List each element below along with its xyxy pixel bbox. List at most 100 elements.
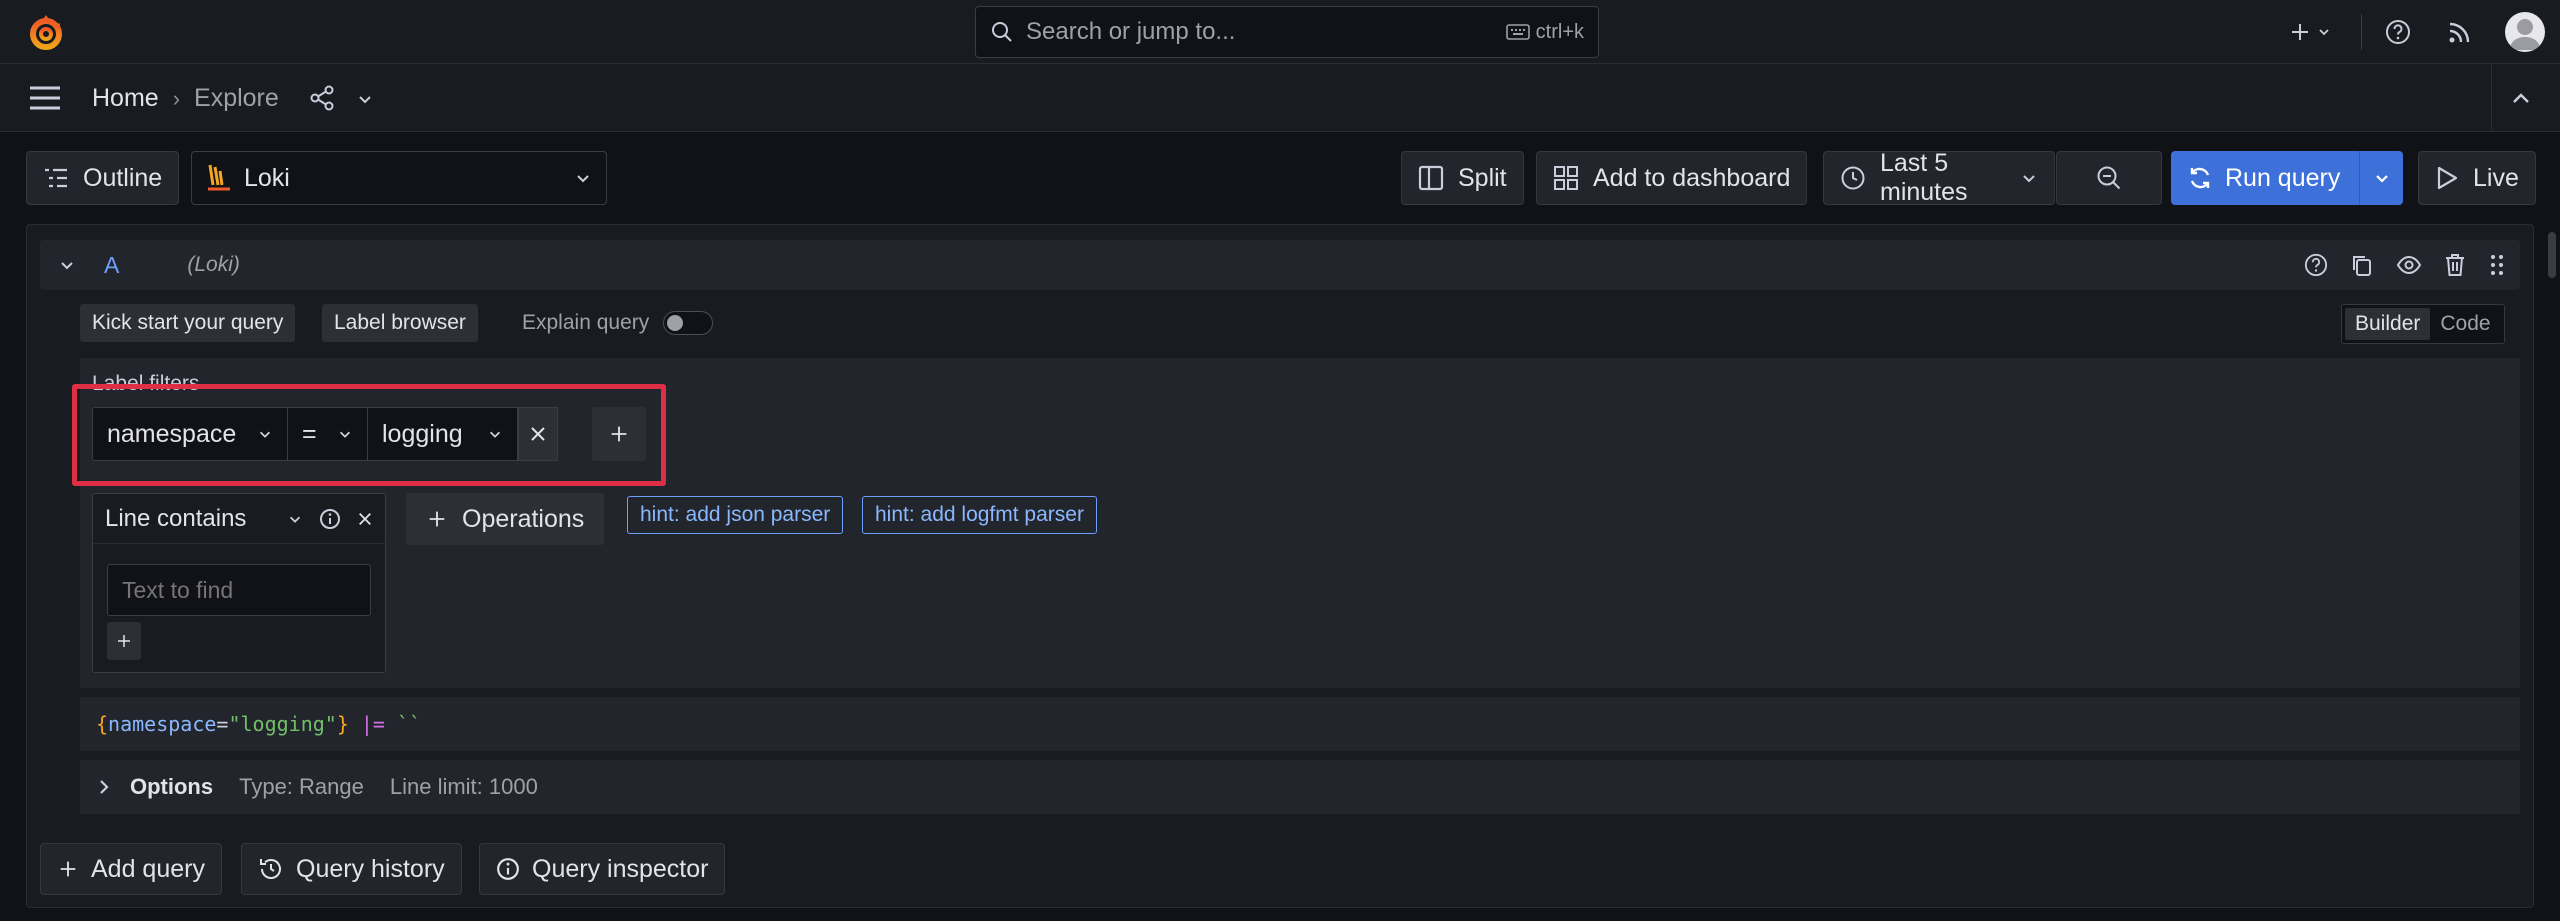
- outline-button[interactable]: Outline: [26, 151, 180, 205]
- share-button[interactable]: [308, 84, 336, 112]
- add-param-button[interactable]: [107, 622, 141, 660]
- operation-info-button[interactable]: [319, 508, 341, 530]
- datasource-name: Loki: [244, 163, 290, 192]
- duplicate-query-button[interactable]: [2350, 253, 2374, 277]
- datasource-picker[interactable]: Loki: [191, 151, 607, 205]
- scrollbar-thumb[interactable]: [2548, 232, 2556, 278]
- remove-query-button[interactable]: [2444, 253, 2466, 277]
- crumbbar-divider: [2491, 64, 2492, 132]
- plus-icon: [118, 635, 130, 647]
- chevron-down-icon: [2375, 175, 2388, 183]
- user-avatar[interactable]: [2505, 12, 2545, 52]
- explain-query-label: Explain query: [522, 311, 650, 334]
- hint-logfmt-parser-button[interactable]: hint: add logfmt parser: [862, 496, 1097, 534]
- add-operation-button[interactable]: Operations: [406, 493, 605, 545]
- explain-query-toggle[interactable]: [663, 311, 714, 335]
- query-help-button[interactable]: [2304, 253, 2328, 277]
- sync-icon: [2190, 167, 2210, 189]
- chevron-down-icon: [359, 96, 371, 104]
- add-to-dashboard-button[interactable]: Add to dashboard: [1536, 151, 1808, 205]
- split-label: Split: [1458, 163, 1507, 192]
- query-inspector-label: Query inspector: [532, 854, 709, 883]
- mode-code-tab[interactable]: Code: [2430, 308, 2500, 340]
- code-brace-open: {: [96, 712, 109, 736]
- outline-label: Outline: [83, 163, 163, 192]
- breadcrumb-bar: [0, 64, 2560, 132]
- kick-start-button[interactable]: Kick start your query: [80, 304, 296, 342]
- plus-icon: [2292, 24, 2308, 40]
- run-query-label: Run query: [2225, 163, 2341, 192]
- breadcrumb-current: Explore: [194, 84, 279, 112]
- code-operator: |=: [360, 712, 385, 736]
- clock-icon: [1841, 166, 1865, 190]
- zoom-out-button[interactable]: [2056, 151, 2162, 205]
- code-brace-close: }: [336, 712, 349, 736]
- split-button[interactable]: Split: [1401, 151, 1524, 205]
- share-icon: [310, 85, 334, 111]
- time-range-picker[interactable]: Last 5 minutes: [1823, 149, 2055, 206]
- add-query-button[interactable]: Add query: [40, 843, 222, 895]
- info-icon: [320, 508, 340, 529]
- plus-icon: [60, 861, 76, 877]
- options-label: Options: [130, 774, 214, 799]
- search-shortcut: ctrl+k: [1505, 21, 1584, 44]
- line-contains-title[interactable]: Line contains: [105, 505, 287, 533]
- code-label-value: "logging": [228, 712, 337, 736]
- grafana-logo-icon[interactable]: [26, 13, 66, 53]
- play-icon: [2437, 166, 2458, 190]
- options-type: Type: Range: [239, 774, 364, 799]
- run-query-dropdown-button[interactable]: [2359, 151, 2403, 205]
- search-bar[interactable]: Search or jump to... ctrl+k: [975, 6, 1599, 58]
- operation-menu-button[interactable]: [287, 511, 303, 527]
- hint-json-parser-button[interactable]: hint: add json parser: [627, 496, 844, 534]
- new-menu-button[interactable]: [2282, 14, 2338, 50]
- query-history-button[interactable]: Query history: [241, 843, 462, 895]
- drag-handle[interactable]: [2488, 253, 2506, 277]
- chevron-down-icon: [61, 262, 73, 270]
- run-query-button[interactable]: Run query: [2171, 151, 2403, 205]
- menu-toggle-button[interactable]: [28, 84, 64, 114]
- query-preview: { namespace = "logging" } |= ``: [80, 697, 2520, 751]
- chevron-down-icon: [2023, 175, 2035, 183]
- query-row-header: A (Loki): [40, 240, 2520, 290]
- close-icon: [359, 512, 371, 525]
- time-range-label: Last 5 minutes: [1880, 149, 1968, 206]
- add-query-label: Add query: [91, 854, 205, 883]
- eye-icon: [2396, 255, 2422, 275]
- text-to-find-input[interactable]: [107, 564, 371, 616]
- help-button[interactable]: [2380, 14, 2416, 50]
- query-options-row[interactable]: Options Type: Range Line limit: 1000: [80, 760, 2520, 814]
- remove-operation-button[interactable]: [357, 511, 373, 527]
- label-browser-button[interactable]: Label browser: [322, 304, 478, 342]
- info-icon: [497, 858, 519, 880]
- history-icon: [260, 859, 281, 879]
- mode-builder-tab[interactable]: Builder: [2345, 308, 2431, 340]
- live-label: Live: [2473, 163, 2519, 192]
- topbar-divider: [2361, 14, 2362, 50]
- collapse-row-button[interactable]: [58, 256, 76, 274]
- code-literal: ``: [396, 712, 422, 736]
- collapse-header-button[interactable]: [2510, 88, 2532, 110]
- search-placeholder: Search or jump to...: [1026, 18, 1236, 45]
- code-label-key: namespace: [108, 712, 217, 736]
- hide-query-button[interactable]: [2396, 253, 2422, 277]
- query-history-label: Query history: [296, 854, 445, 883]
- code-equals: =: [216, 712, 229, 736]
- breadcrumb-home[interactable]: Home: [92, 84, 159, 113]
- help-icon: [2304, 253, 2328, 277]
- query-datasource-tag: (Loki): [187, 253, 240, 276]
- news-button[interactable]: [2442, 14, 2478, 50]
- rss-icon: [2449, 22, 2470, 43]
- loki-icon: [208, 164, 230, 191]
- apps-icon: [1554, 166, 1578, 190]
- query-ref-id[interactable]: A: [104, 252, 119, 279]
- share-dropdown-button[interactable]: [356, 90, 374, 108]
- operations-label: Operations: [462, 504, 585, 533]
- hamburger-icon: [30, 86, 60, 110]
- editor-mode-toggle[interactable]: Builder Code: [2341, 304, 2505, 344]
- chevron-right-icon: [100, 780, 109, 794]
- live-button[interactable]: Live: [2418, 151, 2536, 205]
- line-contains-operation: Line contains: [92, 493, 386, 673]
- query-inspector-button[interactable]: Query inspector: [479, 843, 726, 895]
- zoom-out-icon: [2097, 166, 2121, 190]
